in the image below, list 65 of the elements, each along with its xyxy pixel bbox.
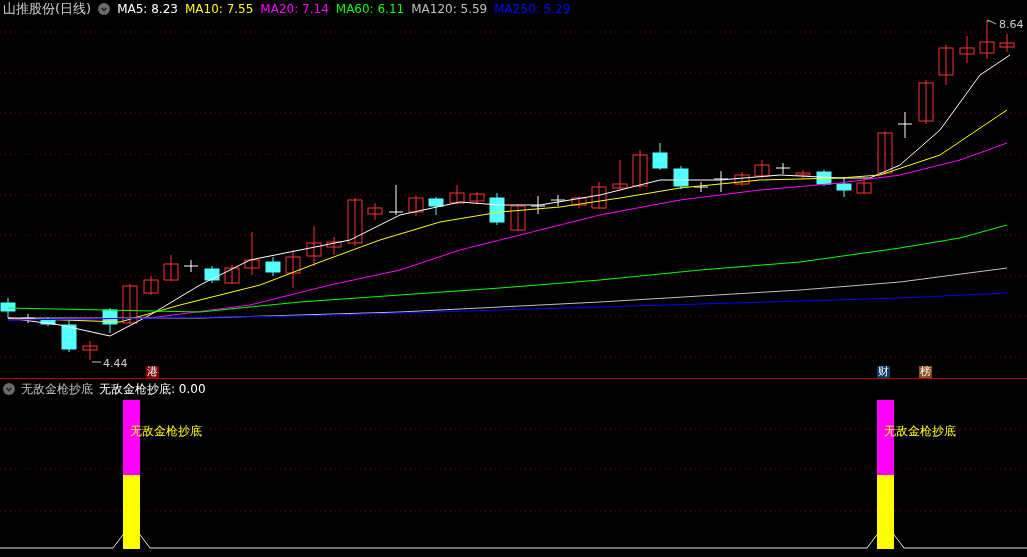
dropdown-icon[interactable] <box>3 383 15 395</box>
moving-average-label: MA10: 7.55 <box>184 2 254 16</box>
candlestick <box>122 283 138 325</box>
candlestick <box>244 231 260 276</box>
candlestick <box>306 225 322 267</box>
candlestick <box>224 264 240 285</box>
candlestick <box>550 194 566 207</box>
candlestick <box>652 142 668 171</box>
candlestick <box>897 111 913 139</box>
dropdown-icon[interactable] <box>98 3 111 15</box>
candlestick <box>999 33 1015 53</box>
leader-line <box>987 19 997 25</box>
candlestick <box>326 236 342 256</box>
candlestick <box>163 254 179 282</box>
candlestick <box>856 179 872 195</box>
candlestick <box>82 340 98 361</box>
candlestick <box>632 149 648 189</box>
candlestick <box>918 79 934 125</box>
low-price-label: 4.44 <box>103 357 128 370</box>
leader-line <box>91 361 102 363</box>
chart-title: 山推股份(日线) <box>3 0 92 18</box>
candlestick <box>612 159 628 190</box>
candlestick <box>571 195 587 209</box>
candlestick <box>795 169 811 179</box>
candlestick <box>489 192 505 226</box>
candlestick <box>102 307 118 334</box>
candlestick <box>143 275 159 296</box>
candlestick <box>673 165 689 190</box>
candlestick <box>285 249 301 289</box>
candlestick <box>836 176 852 198</box>
event-marker[interactable]: 港 <box>146 366 159 378</box>
event-marker[interactable]: 财 <box>877 366 890 378</box>
candlestick <box>469 191 485 205</box>
candlestick <box>367 202 383 221</box>
candlestick <box>591 181 607 210</box>
indicator-value: 无敌金枪抄底: 0.00 <box>99 380 206 398</box>
moving-average-label: MA250: 5.29 <box>494 2 571 16</box>
moving-average-label: MA120: 5.59 <box>411 2 488 16</box>
candlestick <box>754 159 770 179</box>
candlestick <box>183 259 199 273</box>
candlestick <box>877 130 893 176</box>
candlestick <box>0 297 16 319</box>
moving-average-label: MA20: 7.14 <box>260 2 329 16</box>
candlestick <box>775 162 791 175</box>
moving-average-label: MA5: 8.23 <box>117 2 178 16</box>
indicator-name: 无敌金枪抄底 <box>21 380 93 398</box>
candlestick <box>693 181 709 193</box>
candlestick <box>408 195 424 217</box>
candlestick <box>347 197 363 247</box>
candlestick <box>734 171 750 187</box>
candlestick <box>204 265 220 284</box>
candlestick <box>428 196 444 216</box>
candlestick <box>265 256 281 277</box>
candlestick <box>979 19 995 60</box>
event-marker[interactable]: 榜 <box>919 366 932 378</box>
candlestick <box>388 184 404 216</box>
candlestick <box>449 184 465 205</box>
candlestick <box>938 44 954 86</box>
moving-average-label: MA60: 6.11 <box>335 2 405 16</box>
candlestick <box>510 203 526 232</box>
candlestick <box>959 35 975 64</box>
candlestick <box>713 170 729 193</box>
high-price-label: 8.64 <box>999 18 1024 31</box>
candlestick <box>61 320 77 353</box>
candlestick <box>530 195 546 215</box>
